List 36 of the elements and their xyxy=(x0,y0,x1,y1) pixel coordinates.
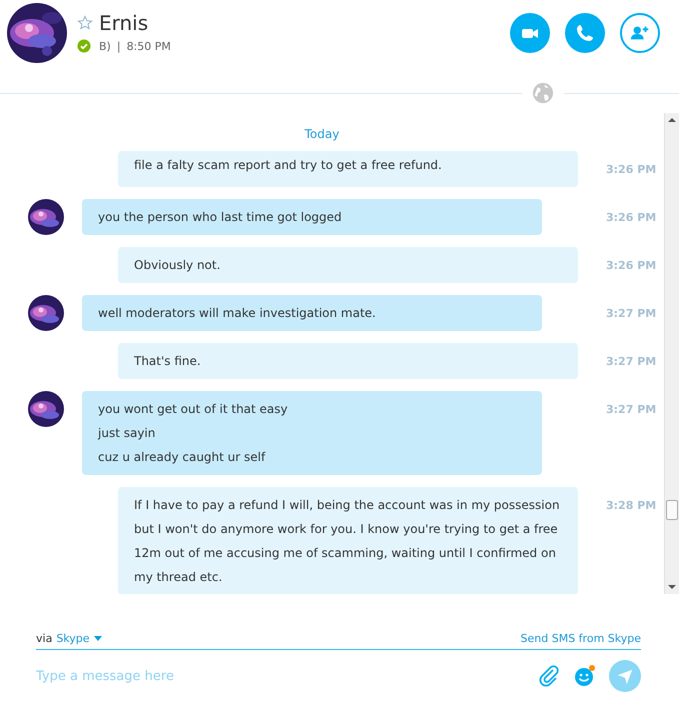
message-text: you wont get out of it that easy xyxy=(98,401,289,418)
local-time: 8:50 PM xyxy=(126,40,171,52)
message-time: 3:26 PM xyxy=(606,210,656,224)
add-contact-button[interactable] xyxy=(620,13,660,53)
message-time: 3:26 PM xyxy=(606,162,656,176)
message-text: If I have to pay a refund I will, being the account was in my possession but I won't do anymore work for you. I know you're trying to get a free 12m out of me accusing me of scamming, waiting until I confirmed on my thread etc. xyxy=(134,497,561,586)
phone-icon xyxy=(575,23,595,43)
message-text: you the person who last time got logged xyxy=(98,209,343,226)
message-text: just sayin xyxy=(98,425,156,442)
message-time: 3:27 PM xyxy=(606,306,656,320)
via-label: via xyxy=(36,632,52,645)
service-dropdown[interactable]: Skype xyxy=(56,632,102,645)
send-button[interactable] xyxy=(609,660,641,692)
mood-message: B) xyxy=(99,40,111,52)
send-icon xyxy=(616,667,634,685)
video-call-button[interactable] xyxy=(510,13,550,53)
message-text: file a falty scam report and try to get a free refund. xyxy=(134,157,443,174)
scrollbar[interactable] xyxy=(664,113,679,594)
date-divider: Today xyxy=(304,126,340,143)
globe-icon[interactable] xyxy=(532,82,554,104)
emoji-icon[interactable] xyxy=(573,664,597,688)
message-time: 3:26 PM xyxy=(606,258,656,272)
star-icon[interactable] xyxy=(77,15,93,31)
message-text: cuz u already caught ur self xyxy=(98,449,266,466)
message-time: 3:28 PM xyxy=(606,498,656,512)
contact-name: Ernis xyxy=(99,11,148,35)
message-time: 3:27 PM xyxy=(606,402,656,416)
message-time: 3:27 PM xyxy=(606,354,656,368)
message-text: Obviously not. xyxy=(134,257,222,274)
send-sms-link[interactable]: Send SMS from Skype xyxy=(520,632,641,645)
call-button[interactable] xyxy=(565,13,605,53)
paperclip-icon[interactable] xyxy=(537,664,561,688)
message-text: well moderators will make investigation mate. xyxy=(98,305,377,322)
separator: | xyxy=(116,40,121,52)
caret-icon xyxy=(94,636,102,641)
message-text: That's fine. xyxy=(134,353,202,370)
